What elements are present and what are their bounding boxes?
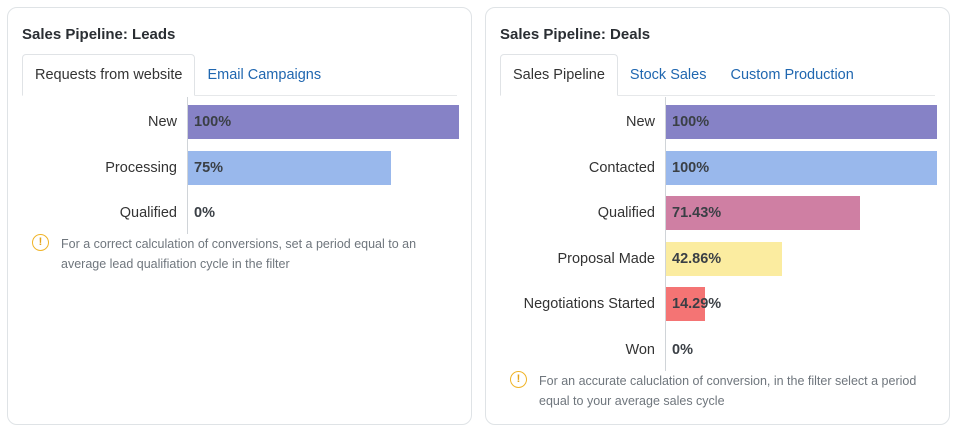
stage-value: 100% — [672, 159, 710, 176]
exclamation-circle-icon: ! — [32, 234, 49, 251]
stage-value: 71.43% — [672, 205, 722, 222]
stage-row-negotiations-started: Negotiations Started 14.29% — [500, 287, 935, 322]
stage-value: 42.86% — [672, 250, 722, 267]
deals-funnel: New 100% Contacted 100% Qualified 71.43% Propo… — [500, 97, 937, 371]
stage-label: Qualified — [119, 205, 177, 222]
tab-requests-from-website[interactable]: Requests from website — [22, 54, 196, 96]
stage-row-qualified: Qualified 71.43% — [500, 196, 935, 231]
leads-note: ! For a correct calculation of conversio… — [32, 234, 451, 274]
card-title: Sales Pipeline: Leads — [22, 26, 176, 43]
stage-label: Proposal Made — [557, 250, 655, 267]
card-title: Sales Pipeline: Deals — [500, 26, 651, 43]
stage-value: 75% — [194, 159, 224, 176]
stage-label: Contacted — [588, 159, 655, 176]
stage-row-qualified: Qualified 0% — [22, 196, 457, 230]
note-text: For a correct calculation of conversions… — [61, 237, 417, 271]
tab-custom-production[interactable]: Custom Production — [718, 54, 865, 95]
stage-label: Qualified — [597, 205, 655, 222]
stage-row-new: New 100% — [500, 105, 937, 139]
stage-value: 100% — [672, 114, 710, 130]
stage-row-proposal-made: Proposal Made 42.86% — [500, 241, 935, 276]
stage-label: Processing — [105, 159, 177, 176]
note-text: For an accurate caluclation of conversio… — [539, 374, 917, 408]
stage-row-contacted: Contacted 100% — [500, 150, 937, 185]
stage-label: New — [625, 114, 655, 130]
stage-row-new: New 100% — [22, 105, 459, 139]
stage-row-processing: Processing 75% — [22, 150, 457, 185]
tab-stock-sales[interactable]: Stock Sales — [618, 54, 719, 95]
stage-label: New — [147, 114, 177, 130]
leads-funnel: New 100% Processing 75% Qualified 0% — [22, 97, 459, 234]
stage-value: 14.29% — [672, 296, 722, 313]
stage-value: 100% — [194, 114, 232, 130]
stage-label: Negotiations Started — [523, 296, 655, 313]
tab-email-campaigns[interactable]: Email Campaigns — [195, 54, 333, 95]
tab-sales-pipeline[interactable]: Sales Pipeline — [500, 54, 618, 96]
deals-pipeline-card: Sales Pipeline: Deals Sales Pipeline Stoc… — [485, 7, 950, 425]
stage-value: 0% — [194, 205, 215, 222]
deals-tabs: Sales Pipeline Stock Sales Custom Producti… — [500, 54, 935, 96]
exclamation-circle-icon: ! — [510, 371, 527, 388]
leads-tabs: Requests from website Email Campaigns — [22, 54, 457, 96]
deals-note: ! For an accurate caluclation of convers… — [510, 371, 929, 411]
stage-row-won: Won 0% — [500, 333, 935, 367]
leads-pipeline-card: Sales Pipeline: Leads Requests from webs… — [7, 7, 472, 425]
stage-value: 0% — [672, 342, 693, 358]
stage-label: Won — [625, 342, 655, 358]
